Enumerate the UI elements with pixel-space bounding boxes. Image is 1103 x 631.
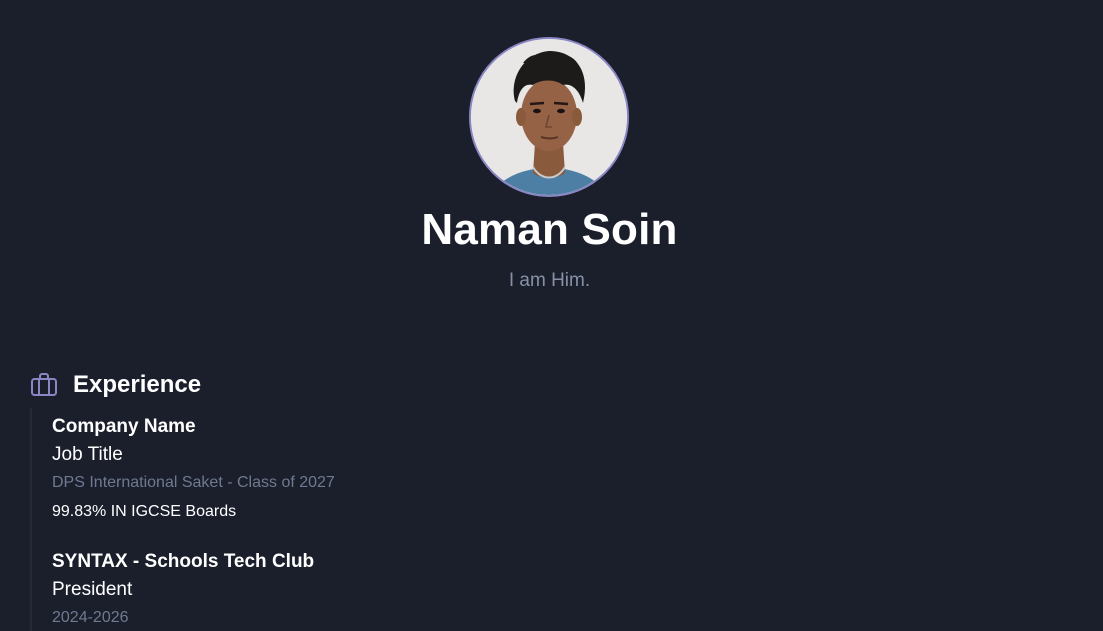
experience-meta: 2024-2026 bbox=[52, 609, 129, 626]
avatar-photo bbox=[471, 39, 627, 195]
experience-company: Company Name bbox=[52, 416, 196, 437]
profile-tagline: I am Him. bbox=[508, 270, 591, 291]
experience-company: SYNTAX - Schools Tech Club bbox=[52, 551, 315, 572]
experience-section-header: Experience bbox=[30, 368, 201, 402]
experience-detail: 99.83% IN IGCSE Boards bbox=[52, 503, 237, 520]
experience-meta: DPS International Saket - Class of 2027 bbox=[52, 474, 335, 491]
timeline-line bbox=[30, 408, 32, 631]
experience-job-title: Job Title bbox=[52, 444, 123, 465]
experience-job-title: President bbox=[52, 579, 133, 600]
briefcase-icon bbox=[30, 372, 58, 398]
profile-page: Naman Soin I am Him. Experience Company … bbox=[0, 0, 1103, 631]
experience-item: SYNTAX - Schools Tech Club President 202… bbox=[52, 549, 314, 631]
avatar bbox=[469, 37, 629, 197]
profile-name: Naman Soin bbox=[421, 205, 678, 254]
experience-heading: Experience bbox=[73, 371, 202, 398]
experience-item: Company Name Job Title DPS International… bbox=[52, 414, 335, 528]
